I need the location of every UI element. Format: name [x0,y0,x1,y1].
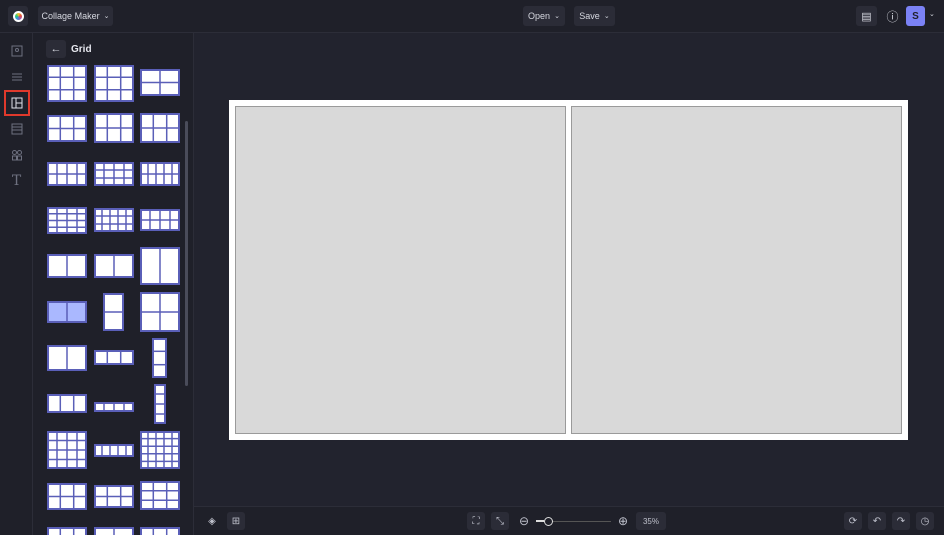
history-icon[interactable]: ◷ [916,512,934,530]
grid-layout-thumbnail[interactable] [140,292,180,337]
avatar[interactable]: S [906,6,925,26]
fit-screen-icon[interactable]: ⛶ [467,512,485,530]
zoom-out-icon[interactable]: ⊖ [515,512,533,530]
zoom-in-icon[interactable]: ⊕ [614,512,632,530]
save-label: Save [579,11,600,21]
redo-icon[interactable]: ↷ [892,512,910,530]
save-button[interactable]: Save ⌄ [574,6,615,26]
chevron-down-icon: ⌄ [103,13,110,20]
open-button[interactable]: Open ⌄ [523,6,565,26]
grid-layout-thumbnail[interactable] [47,431,87,474]
grid-layout-thumbnail[interactable] [94,208,134,237]
open-label: Open [528,11,551,21]
zoom-level-text: 35% [642,516,659,526]
grid-layout-thumbnail[interactable] [47,115,87,147]
photos-icon[interactable] [7,41,26,60]
app-menu-label: Collage Maker [41,11,100,21]
grid-layout-thumbnail[interactable] [140,162,180,191]
chevron-down-icon: ⌄ [554,13,560,20]
grid-layout-thumbnail[interactable] [103,293,124,336]
text-icon[interactable]: T [7,171,26,190]
avatar-initial: S [912,10,919,22]
grid-layout-thumbnail[interactable] [47,254,87,283]
panel-title: Grid [71,44,92,55]
layers-icon[interactable]: ◈ [203,512,221,530]
adjust-icon[interactable] [7,67,26,86]
grid-layout-thumbnail[interactable] [140,431,180,474]
grid-layout-thumbnail[interactable] [140,113,180,148]
collage-cell-right[interactable] [571,106,902,434]
zoom-level[interactable]: 35% [636,512,666,530]
grid-layout-thumbnail[interactable] [94,399,134,417]
grid-layout-thumbnail[interactable] [94,65,134,107]
app-menu-button[interactable]: Collage Maker ⌄ [38,6,113,26]
comment-icon: ▤ [861,10,872,23]
bottom-bar: ◈ ⊞ ⛶ ⤡ ⊖ ⊕ 35% ⟳ ↶ ↷ ◷ [194,506,944,535]
grid-layout-thumbnail[interactable] [140,527,180,535]
grid-layout-thumbnail[interactable] [140,209,180,236]
grid-layout-thumbnail[interactable] [140,481,180,515]
backgrounds-icon[interactable] [7,119,26,138]
grid-layout-thumbnail[interactable] [94,162,134,191]
grid-layout-thumbnail[interactable] [94,254,134,283]
zoom-slider[interactable] [536,517,611,526]
arrow-left-icon: ← [50,43,62,55]
grid-layout-thumbnail[interactable] [154,384,166,429]
left-toolbar: T [0,33,33,535]
grid-layout-thumbnail[interactable] [152,338,167,383]
grid-layout-thumbnail[interactable] [140,69,180,101]
replace-icon[interactable]: ⟳ [844,512,862,530]
help-button[interactable]: ⓘ [882,6,903,26]
layout-panel: ← Grid [33,33,194,535]
grid-layout-thumbnail[interactable] [94,113,134,148]
back-button[interactable]: ← [46,40,66,58]
grid-layout-thumbnail[interactable] [94,527,134,535]
top-bar: Collage Maker ⌄ Open ⌄ Save ⌄ ▤ ⓘ S ⌄ [0,0,944,33]
grid-layout-thumbnail[interactable] [94,444,134,462]
collage-cell-left[interactable] [235,106,566,434]
grid-layout-thumbnail[interactable] [47,301,87,328]
grid-layout-thumbnail[interactable] [94,350,134,370]
grid-layout-thumbnail[interactable] [47,394,87,418]
panel-scrollbar[interactable] [185,121,188,386]
layouts-icon[interactable] [4,90,30,116]
zoom-slider-thumb[interactable] [544,517,553,526]
shrink-icon[interactable]: ⤡ [491,512,509,530]
comments-button[interactable]: ▤ [856,6,877,26]
grid-layout-thumbnail[interactable] [47,207,87,239]
logo[interactable] [8,6,28,26]
grid-layout-thumbnail[interactable] [47,527,87,535]
grid-layout-thumbnail[interactable] [140,247,180,290]
chevron-down-icon: ⌄ [603,13,610,20]
account-chevron-down-icon[interactable]: ⌄ [929,10,935,18]
grid-layout-thumbnail[interactable] [94,485,134,513]
grid-view-icon[interactable]: ⊞ [227,512,245,530]
graphics-icon[interactable] [7,145,26,164]
collage-canvas [229,100,908,440]
help-icon: ⓘ [886,9,899,24]
grid-layout-thumbnail[interactable] [47,65,87,107]
grid-layout-thumbnail[interactable] [47,483,87,515]
grid-layout-thumbnail[interactable] [47,162,87,191]
grid-layout-thumbnail[interactable] [47,345,87,376]
undo-icon[interactable]: ↶ [868,512,886,530]
